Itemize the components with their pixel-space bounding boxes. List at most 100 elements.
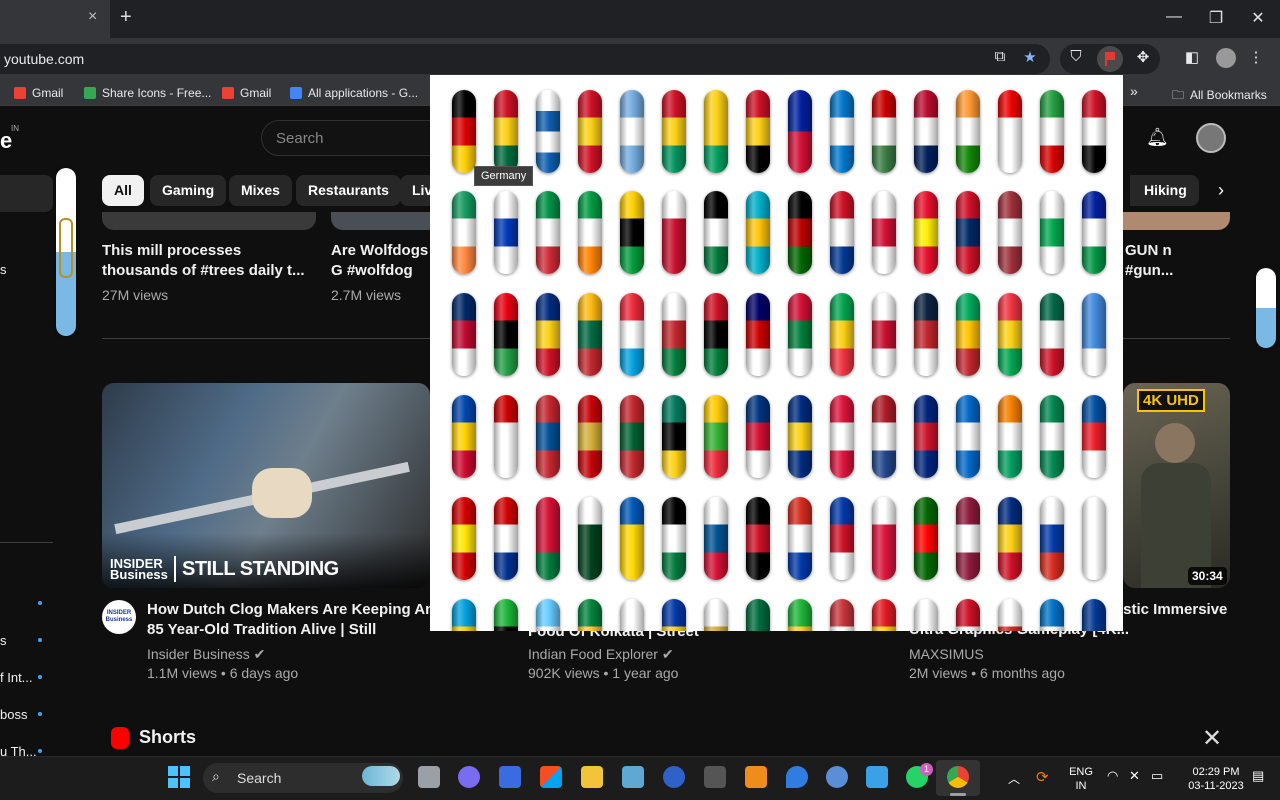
video-thumbnail[interactable] <box>1123 383 1230 588</box>
chip-gaming[interactable]: Gaming <box>150 175 227 206</box>
app-icon[interactable] <box>499 766 521 788</box>
flag-pill[interactable] <box>746 293 770 376</box>
flag-pill[interactable] <box>830 191 854 274</box>
san-marino-flag-pill[interactable] <box>1256 268 1276 348</box>
flag-pill[interactable] <box>788 191 812 274</box>
flag-pill[interactable] <box>956 497 980 580</box>
flag-pill[interactable] <box>536 599 560 631</box>
flag-pill[interactable] <box>914 395 938 478</box>
flag-pill[interactable] <box>872 293 896 376</box>
url-text[interactable]: youtube.com <box>4 51 84 67</box>
flag-pill[interactable] <box>494 395 518 478</box>
flag-pill[interactable] <box>1082 191 1106 274</box>
sidebar-item-label[interactable]: boss <box>0 707 27 722</box>
flag-pill[interactable] <box>1040 293 1064 376</box>
flag-pill[interactable] <box>704 599 728 631</box>
battery-icon[interactable]: ▭ <box>1151 768 1163 784</box>
flag-pill[interactable] <box>452 497 476 580</box>
qbittorrent-icon[interactable] <box>826 766 848 788</box>
app-icon[interactable] <box>663 766 685 788</box>
flag-pill[interactable] <box>578 497 602 580</box>
flag-pill[interactable] <box>620 293 644 376</box>
sync-icon[interactable]: ⟳ <box>1036 768 1049 786</box>
flag-pill[interactable] <box>536 293 560 376</box>
video-thumbnail[interactable] <box>102 212 316 230</box>
chat-icon[interactable] <box>458 766 480 788</box>
flag-pill[interactable] <box>1040 497 1064 580</box>
flag-pill[interactable] <box>620 599 644 631</box>
flag-pill[interactable] <box>536 395 560 478</box>
flag-pill[interactable] <box>1082 90 1106 173</box>
close-window-button[interactable]: ✕ <box>1246 8 1270 28</box>
flag-pill[interactable] <box>998 90 1022 173</box>
flag-pill[interactable] <box>452 293 476 376</box>
flag-pill[interactable] <box>872 90 896 173</box>
side-panel-icon[interactable]: ◧ <box>1180 48 1204 66</box>
video-thumbnail[interactable] <box>1123 212 1230 230</box>
flag-pill[interactable] <box>452 90 476 173</box>
store-icon[interactable] <box>540 766 562 788</box>
flag-pill[interactable] <box>1082 395 1106 478</box>
flag-pill[interactable] <box>830 90 854 173</box>
flag-pill[interactable] <box>1082 599 1106 631</box>
file-explorer-icon[interactable] <box>581 766 603 788</box>
notifications-bell-icon[interactable]: 🔔︎ <box>1146 127 1169 148</box>
flag-pill[interactable] <box>536 90 560 173</box>
channel-avatar[interactable]: INSIDER Business <box>102 600 136 634</box>
sidebar-item-label[interactable]: s <box>0 262 7 277</box>
windows-start-icon[interactable] <box>168 766 190 788</box>
channel-name[interactable]: Indian Food Explorer ✔ <box>528 646 674 663</box>
flag-pill[interactable] <box>1082 293 1106 376</box>
flag-pill[interactable] <box>536 191 560 274</box>
all-bookmarks-folder[interactable]: 🗀 All Bookmarks <box>1172 86 1267 107</box>
flag-pill[interactable] <box>830 293 854 376</box>
extensions-puzzle-icon[interactable]: ✥ <box>1131 48 1155 66</box>
flag-pill[interactable] <box>998 599 1022 631</box>
flag-pill[interactable] <box>746 395 770 478</box>
flag-pill[interactable] <box>494 90 518 173</box>
app-icon[interactable] <box>704 766 726 788</box>
maximize-button[interactable]: ❐ <box>1204 8 1228 28</box>
flag-pill[interactable] <box>494 497 518 580</box>
flag-pill[interactable] <box>746 90 770 173</box>
san-marino-flag-pill[interactable] <box>56 168 76 336</box>
flag-pill[interactable] <box>494 191 518 274</box>
flag-pill[interactable] <box>662 191 686 274</box>
flag-pill[interactable] <box>662 293 686 376</box>
channel-name[interactable]: MAXSIMUS <box>909 646 984 662</box>
flag-pill[interactable] <box>620 90 644 173</box>
flag-pill[interactable] <box>872 191 896 274</box>
chip-hiking[interactable]: Hiking <box>1130 175 1199 206</box>
flag-pill[interactable] <box>536 497 560 580</box>
flag-pill[interactable] <box>1040 90 1064 173</box>
bookmark-item[interactable]: Share Icons - Free... <box>84 86 211 100</box>
flag-pill[interactable] <box>830 395 854 478</box>
flag-pill[interactable] <box>452 395 476 478</box>
flag-pill[interactable] <box>746 191 770 274</box>
flag-pill[interactable] <box>578 191 602 274</box>
video-thumbnail[interactable] <box>331 212 430 230</box>
sidebar-item-label[interactable]: s <box>0 633 7 648</box>
flag-pill[interactable] <box>956 90 980 173</box>
flag-pill[interactable] <box>998 497 1022 580</box>
flag-pill[interactable] <box>704 191 728 274</box>
flag-pill[interactable] <box>620 395 644 478</box>
close-tab-icon[interactable]: × <box>88 8 97 26</box>
language-indicator[interactable]: ENG IN <box>1066 765 1096 793</box>
flag-pill[interactable] <box>704 90 728 173</box>
flag-pill[interactable] <box>872 599 896 631</box>
chevron-right-icon[interactable]: › <box>1218 180 1224 201</box>
flag-pill[interactable] <box>788 497 812 580</box>
close-shorts-icon[interactable]: ✕ <box>1202 724 1222 753</box>
flag-pill[interactable] <box>872 497 896 580</box>
channel-name[interactable]: Insider Business ✔ <box>147 646 265 663</box>
notification-center-icon[interactable]: ▤ <box>1252 768 1264 784</box>
flag-pill[interactable] <box>452 599 476 631</box>
video-title[interactable]: This mill processes thousands of #trees … <box>102 241 312 281</box>
flag-pill[interactable] <box>998 395 1022 478</box>
photos-icon[interactable] <box>622 766 644 788</box>
flag-pill[interactable] <box>830 599 854 631</box>
flag-pill[interactable] <box>746 599 770 631</box>
more-bookmarks-chevron[interactable]: » <box>1130 83 1138 99</box>
flag-pill[interactable] <box>956 395 980 478</box>
